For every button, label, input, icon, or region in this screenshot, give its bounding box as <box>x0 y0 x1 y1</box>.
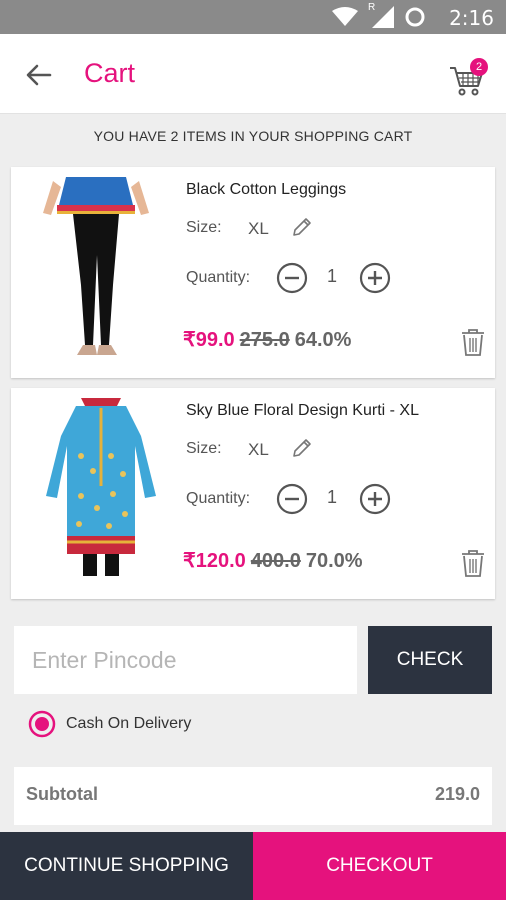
original-price: 400.0 <box>250 550 301 572</box>
check-pincode-button[interactable]: CHECK <box>368 626 492 694</box>
decrease-quantity-button[interactable] <box>276 483 308 515</box>
status-icons: R <box>332 2 426 29</box>
price-row: ₹99.0 275.0 64.0% <box>183 327 351 352</box>
cart-item: Black Cotton Leggings Size: XL Quantity:… <box>11 167 495 378</box>
discount-percent: 64.0% <box>294 329 352 351</box>
page-title: Cart <box>84 58 136 88</box>
sale-price: ₹99.0 <box>183 329 235 351</box>
size-label: Size: <box>186 219 222 236</box>
radio-selected-icon[interactable] <box>28 710 56 738</box>
cart-count-badge: 2 <box>470 58 488 76</box>
subtotal-label: Subtotal <box>26 784 98 804</box>
sale-price: ₹120.0 <box>183 550 246 572</box>
pencil-icon[interactable] <box>290 436 314 460</box>
continue-shopping-button[interactable]: CONTINUE SHOPPING <box>0 832 253 900</box>
increase-quantity-button[interactable] <box>359 262 391 294</box>
cart-summary: YOU HAVE 2 ITEMS IN YOUR SHOPPING CART <box>93 128 413 144</box>
subtotal-value: 219.0 <box>434 784 480 804</box>
discount-percent: 70.0% <box>305 550 363 572</box>
app-bar: Cart 2 <box>0 34 506 114</box>
size-label: Size: <box>186 440 222 457</box>
cart-item: Sky Blue Floral Design Kurti - XL Size: … <box>11 388 495 599</box>
subtotal-row: Subtotal 219.0 <box>14 767 492 825</box>
checkout-button[interactable]: CHECKOUT <box>253 832 506 900</box>
trash-icon[interactable] <box>459 548 487 578</box>
product-image-leggings[interactable] <box>31 175 171 365</box>
product-image-kurti[interactable] <box>31 396 171 586</box>
decrease-quantity-button[interactable] <box>276 262 308 294</box>
roaming-indicator: R <box>368 2 394 28</box>
clock: 2:16 <box>449 6 494 30</box>
back-arrow-icon[interactable] <box>22 58 56 92</box>
cash-on-delivery-option[interactable]: Cash On Delivery <box>28 708 228 740</box>
price-row: ₹120.0 400.0 70.0% <box>183 548 363 573</box>
quantity-value: 1 <box>327 487 338 507</box>
product-name: Black Cotton Leggings <box>186 181 347 198</box>
size-value: XL <box>248 219 269 238</box>
quantity-label: Quantity: <box>186 269 251 286</box>
increase-quantity-button[interactable] <box>359 483 391 515</box>
original-price: 275.0 <box>239 329 290 351</box>
cash-on-delivery-label: Cash On Delivery <box>66 715 192 732</box>
trash-icon[interactable] <box>459 327 487 357</box>
status-bar: R 2:16 <box>0 0 506 34</box>
battery-saver-icon <box>405 7 425 27</box>
pincode-input[interactable] <box>14 626 357 694</box>
pencil-icon[interactable] <box>290 215 314 239</box>
product-name: Sky Blue Floral Design Kurti - XL <box>186 402 419 419</box>
wifi-icon <box>332 7 358 26</box>
size-value: XL <box>248 440 269 459</box>
bottom-action-bar: CONTINUE SHOPPING CHECKOUT <box>0 832 506 900</box>
quantity-value: 1 <box>327 266 338 286</box>
quantity-label: Quantity: <box>186 490 251 507</box>
signal-icon <box>372 6 394 28</box>
